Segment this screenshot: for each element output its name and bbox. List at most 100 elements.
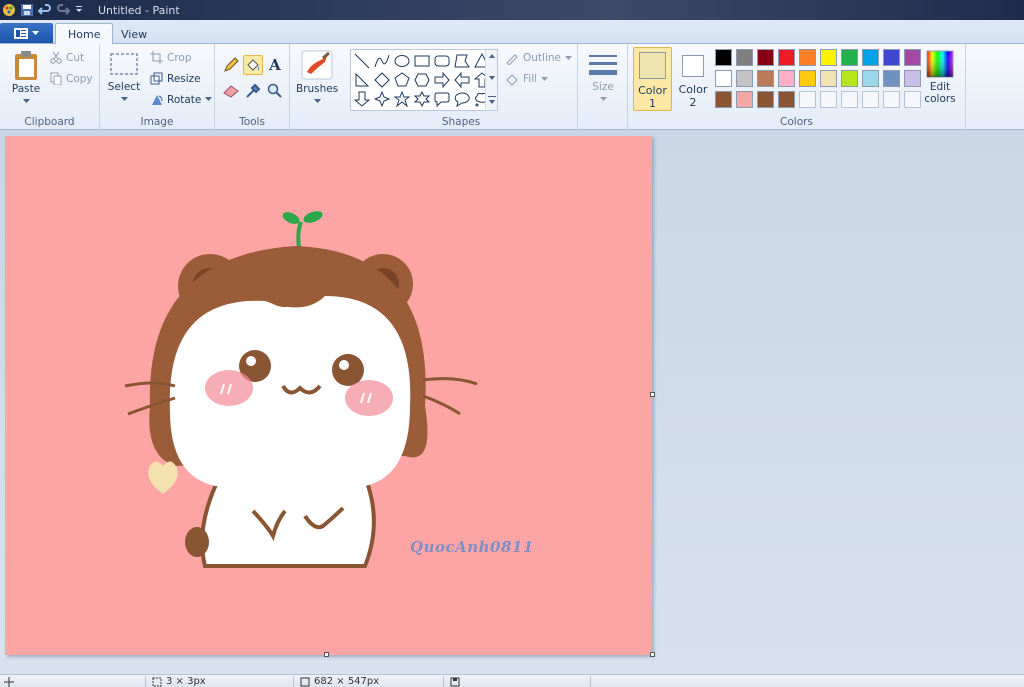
size-group: Size (578, 44, 628, 130)
palette-swatch[interactable] (715, 49, 732, 66)
palette-swatch-empty[interactable] (841, 91, 858, 108)
resize-handle-corner[interactable] (650, 652, 655, 657)
five-point-star-shape[interactable] (393, 90, 411, 108)
palette-swatch[interactable] (715, 91, 732, 108)
resize-button[interactable]: Resize (150, 72, 201, 85)
drawing-canvas[interactable]: QuocAnh0811 (5, 136, 652, 655)
pentagon-shape[interactable] (393, 71, 411, 89)
palette-swatch[interactable] (799, 70, 816, 87)
save-icon[interactable] (20, 3, 34, 17)
color1-number: 1 (649, 97, 656, 110)
palette-swatch[interactable] (904, 49, 921, 66)
redo-icon[interactable] (56, 3, 71, 17)
color2-label: Color (678, 83, 708, 96)
polygon-shape[interactable] (453, 52, 471, 70)
customize-toolbar-icon[interactable] (74, 3, 88, 17)
palette-swatch[interactable] (778, 70, 795, 87)
oval-callout-icon (454, 92, 470, 107)
undo-icon[interactable] (37, 3, 52, 17)
paste-button[interactable]: Paste (6, 50, 46, 107)
resize-label: Resize (167, 72, 201, 85)
oval-shape[interactable] (393, 52, 411, 70)
eraser-tool[interactable] (221, 81, 241, 101)
select-button[interactable]: Select (106, 52, 142, 105)
palette-swatch[interactable] (736, 70, 753, 87)
palette-swatch[interactable] (904, 70, 921, 87)
crop-button[interactable]: Crop (150, 51, 192, 64)
palette-swatch-empty[interactable] (862, 91, 879, 108)
select-rectangle-icon (110, 53, 138, 75)
colors-group: Color 1 Color 2 Edit colors Colors (628, 44, 966, 130)
size-button[interactable]: Size (584, 52, 622, 105)
diamond-shape[interactable] (373, 71, 391, 89)
fill-tool[interactable] (243, 55, 263, 75)
down-arrow-shape[interactable] (353, 90, 371, 108)
rounded-rectangle-shape[interactable] (433, 52, 451, 70)
rounded-callout-shape[interactable] (433, 90, 451, 108)
left-arrow-shape[interactable] (453, 71, 471, 89)
chevron-down-icon (541, 76, 549, 81)
palette-swatch[interactable] (715, 70, 732, 87)
resize-handle-bottom[interactable] (324, 652, 329, 657)
ribbon-tab-row: Home View (0, 20, 1024, 45)
palette-swatch[interactable] (841, 70, 858, 87)
copy-label: Copy (66, 72, 93, 85)
brushes-button[interactable]: Brushes (296, 50, 338, 107)
fill-label: Fill (523, 73, 538, 85)
palette-swatch-empty[interactable] (820, 91, 837, 108)
palette-swatch[interactable] (820, 70, 837, 87)
palette-swatch[interactable] (862, 49, 879, 66)
palette-swatch[interactable] (883, 70, 900, 87)
hexagon-shape[interactable] (413, 71, 431, 89)
palette-swatch[interactable] (778, 91, 795, 108)
outline-button[interactable]: Outline (505, 51, 572, 65)
color2-button[interactable]: Color 2 (674, 47, 712, 111)
tab-home[interactable]: Home (55, 23, 114, 45)
palette-swatch[interactable] (757, 91, 774, 108)
palette-swatch[interactable] (757, 70, 774, 87)
cut-button[interactable]: Cut (50, 51, 84, 64)
crosshair-icon (4, 676, 14, 687)
palette-swatch[interactable] (820, 49, 837, 66)
ribbon: Paste Cut Copy Clipboard Select Crop Res… (0, 44, 1024, 130)
fill-button[interactable]: Fill (505, 72, 549, 86)
palette-swatch[interactable] (736, 49, 753, 66)
palette-swatch[interactable] (799, 49, 816, 66)
palette-swatch[interactable] (757, 49, 774, 66)
curve-shape[interactable] (373, 52, 391, 70)
line-shape[interactable] (353, 52, 371, 70)
shapes-scrollbar[interactable] (485, 50, 497, 110)
color1-button[interactable]: Color 1 (633, 47, 672, 111)
six-point-star-shape[interactable] (413, 90, 431, 108)
oval-callout-shape[interactable] (453, 90, 471, 108)
shapes-group-label: Shapes (441, 116, 481, 128)
palette-swatch[interactable] (862, 70, 879, 87)
palette-swatch[interactable] (883, 49, 900, 66)
resize-handle-right[interactable] (650, 392, 655, 397)
palette-swatch-empty[interactable] (799, 91, 816, 108)
color-picker-tool[interactable] (243, 81, 263, 101)
clipboard-group: Paste Cut Copy Clipboard (0, 44, 100, 130)
palette-swatch-empty[interactable] (904, 91, 921, 108)
right-triangle-shape[interactable] (353, 71, 371, 89)
rectangle-shape[interactable] (413, 52, 431, 70)
canvas-workspace: QuocAnh0811 (0, 131, 1024, 674)
edit-colors-button[interactable]: Edit colors (922, 50, 958, 105)
tab-view[interactable]: View (109, 23, 159, 45)
pencil-tool[interactable] (221, 55, 241, 75)
palette-swatch[interactable] (841, 49, 858, 66)
copy-button[interactable]: Copy (50, 72, 93, 85)
palette-swatch[interactable] (778, 49, 795, 66)
fill-icon (506, 74, 518, 86)
paint-app-icon[interactable] (2, 3, 16, 17)
four-point-star-shape[interactable] (373, 90, 391, 108)
text-tool[interactable]: A (265, 55, 285, 75)
selection-size-text: 3 × 3px (166, 676, 206, 687)
right-arrow-shape[interactable] (433, 71, 451, 89)
rotate-button[interactable]: Rotate (150, 93, 213, 106)
app-menu-button[interactable] (0, 23, 53, 43)
palette-swatch[interactable] (736, 91, 753, 108)
magnifier-tool[interactable] (265, 81, 285, 101)
palette-swatch-empty[interactable] (883, 91, 900, 108)
pentagon-icon (394, 72, 410, 87)
